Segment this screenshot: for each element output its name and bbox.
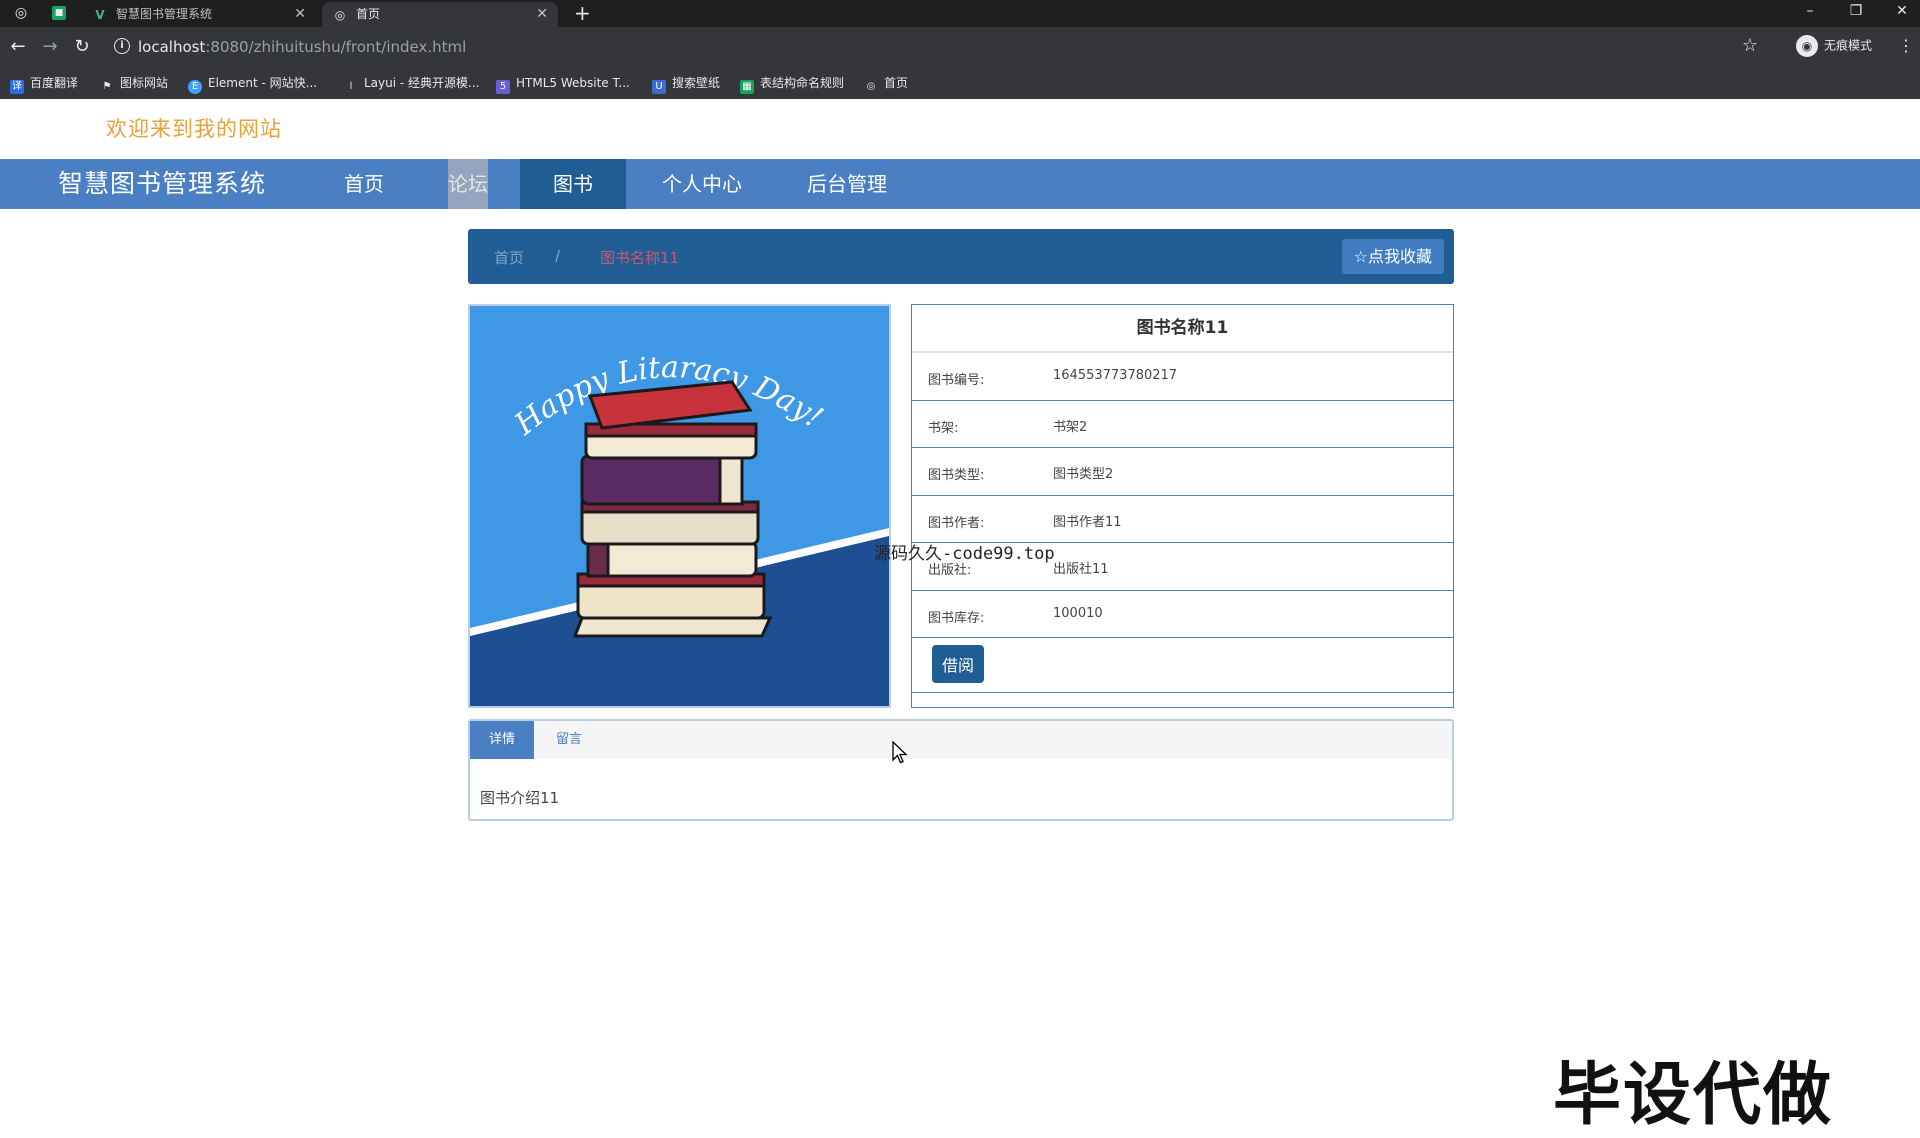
close-window-icon[interactable]: ✕ xyxy=(1884,0,1920,24)
bookmark-star-icon[interactable]: ☆ xyxy=(1742,35,1758,56)
bookmark-item[interactable]: l Layui - 经典开源模... xyxy=(344,73,480,93)
bookmark-item[interactable]: 5 HTML5 Website T... xyxy=(496,73,630,94)
incognito-icon: ◉ xyxy=(1796,35,1818,57)
incognito-label: 无痕模式 xyxy=(1824,38,1873,53)
menu-icon[interactable]: ⋮ xyxy=(1898,36,1914,55)
bookmark-item[interactable]: 译百度翻译 xyxy=(10,73,78,94)
info-row-book-id: 图书编号: 164553773780217 xyxy=(912,353,1453,401)
html5-icon: 5 xyxy=(496,80,510,94)
favorite-button[interactable]: ☆点我收藏 xyxy=(1341,239,1444,274)
info-row-stock: 图书库存: 100010 xyxy=(912,591,1453,638)
back-icon[interactable]: ← xyxy=(6,35,30,59)
detail-tabs: 详情 留言 图书介绍11 xyxy=(468,719,1454,821)
nav-forum[interactable]: 论坛 xyxy=(448,159,488,209)
mouse-cursor-icon xyxy=(892,741,908,764)
tab-comments[interactable]: 留言 xyxy=(534,721,604,759)
restore-icon[interactable]: ❐ xyxy=(1838,0,1874,24)
layui-icon: l xyxy=(349,81,353,92)
field-label: 图书库存: xyxy=(928,610,985,626)
browser-toolbar: ← → ↻ i localhost:8080/zhihuitushu/front… xyxy=(0,27,1920,67)
tab-label: 首页 xyxy=(356,7,381,21)
browser-chrome: ◎ ■ V 智慧图书管理系统 ✕ ◎ 首页 ✕ + – ❐ ✕ ← → ↻ i … xyxy=(0,0,1920,99)
flag-icon: ⚑ xyxy=(102,81,112,92)
site-brand[interactable]: 智慧图书管理系统 xyxy=(58,159,266,209)
globe-icon: ◎ xyxy=(334,8,346,22)
bookmark-item[interactable]: E Element - 网站快... xyxy=(188,73,317,94)
bookmark-item[interactable]: ▦ 表结构命名规则 xyxy=(740,73,844,94)
breadcrumb-home[interactable]: 首页 xyxy=(494,247,524,268)
info-row-shelf: 书架: 书架2 xyxy=(912,401,1453,448)
field-label: 图书作者: xyxy=(928,515,985,531)
info-row-author: 图书作者: 图书作者11 xyxy=(912,496,1453,543)
incognito-indicator[interactable]: ◉ 无痕模式 xyxy=(1796,35,1872,57)
tabs-header: 详情 留言 xyxy=(470,721,1452,759)
tab-strip: ◎ ■ V 智慧图书管理系统 ✕ ◎ 首页 ✕ + – ❐ ✕ xyxy=(0,0,1920,27)
tab-label: 智慧图书管理系统 xyxy=(116,7,213,21)
field-label: 书架: xyxy=(928,420,959,436)
wallpaper-icon: U xyxy=(652,80,666,94)
info-row-type: 图书类型: 图书类型2 xyxy=(912,448,1453,496)
sheet-icon: ▦ xyxy=(740,80,754,94)
tab-library-admin[interactable]: V 智慧图书管理系统 ✕ xyxy=(82,2,316,27)
chrome-icon[interactable]: ◎ xyxy=(12,4,30,22)
borrow-row: 借阅 xyxy=(912,638,1453,693)
element-icon: E xyxy=(188,80,202,94)
globe-icon: ◎ xyxy=(866,81,876,92)
close-icon[interactable]: ✕ xyxy=(294,2,306,27)
tab-home[interactable]: ◎ 首页 ✕ xyxy=(322,2,558,27)
app-icon[interactable]: ■ xyxy=(52,6,66,20)
bookmark-item[interactable]: ◎ 首页 xyxy=(864,73,908,93)
address-bar[interactable]: i localhost:8080/zhihuitushu/front/index… xyxy=(108,31,1774,63)
page-content: 欢迎来到我的网站 智慧图书管理系统 首页 论坛 图书 个人中心 后台管理 首页 … xyxy=(0,99,1920,1135)
breadcrumb-current: 图书名称11 xyxy=(600,249,680,267)
close-icon[interactable]: ✕ xyxy=(536,2,548,27)
minimize-icon[interactable]: – xyxy=(1792,0,1828,24)
book-title: 图书名称11 xyxy=(912,305,1453,353)
borrow-button[interactable]: 借阅 xyxy=(932,645,984,683)
vue-icon: V xyxy=(95,8,105,22)
field-label: 图书类型: xyxy=(928,468,985,483)
breadcrumb-separator: / xyxy=(555,247,561,265)
main-navbar: 智慧图书管理系统 首页 论坛 图书 个人中心 后台管理 xyxy=(0,159,1920,209)
book-intro: 图书介绍11 xyxy=(480,789,560,807)
url-text[interactable]: localhost:8080/zhihuitushu/front/index.h… xyxy=(138,38,466,56)
nav-profile[interactable]: 个人中心 xyxy=(644,159,760,209)
bookmark-item[interactable]: ⚑ 图标网站 xyxy=(100,73,169,93)
new-tab-button[interactable]: + xyxy=(574,1,591,25)
reload-icon[interactable]: ↻ xyxy=(70,35,94,59)
breadcrumb: 首页 / 图书名称11 ☆点我收藏 xyxy=(468,229,1454,284)
nav-books[interactable]: 图书 xyxy=(520,159,626,209)
translate-icon: 译 xyxy=(10,80,24,94)
watermark-text: 源码久久-code99.top xyxy=(874,544,1055,564)
field-value: 164553773780217 xyxy=(1053,368,1178,383)
forward-icon[interactable]: → xyxy=(38,35,62,59)
book-info-panel: 图书名称11 图书编号: 164553773780217 书架: 书架2 图书类… xyxy=(911,304,1454,708)
field-value: 100010 xyxy=(1053,605,1103,621)
bookmarks-bar: 译百度翻译 ⚑ 图标网站 E Element - 网站快... l Layui - 经… xyxy=(0,67,1920,99)
tab-details[interactable]: 详情 xyxy=(470,721,534,759)
field-value: 出版社11 xyxy=(1053,562,1109,577)
bookmark-item[interactable]: U 搜索壁纸 xyxy=(652,73,720,94)
welcome-text: 欢迎来到我的网站 xyxy=(106,117,282,141)
info-icon[interactable]: i xyxy=(114,38,130,54)
nav-home[interactable]: 首页 xyxy=(312,159,416,209)
nav-admin[interactable]: 后台管理 xyxy=(790,159,904,209)
book-cover-image: Happy Litaracy Day! xyxy=(468,304,891,708)
field-label: 图书编号: xyxy=(928,373,985,388)
corner-overlay-text: 毕设代做 xyxy=(1553,1056,1834,1135)
field-value: 图书类型2 xyxy=(1053,467,1114,482)
field-value: 书架2 xyxy=(1053,419,1088,435)
field-value: 图书作者11 xyxy=(1053,514,1122,530)
